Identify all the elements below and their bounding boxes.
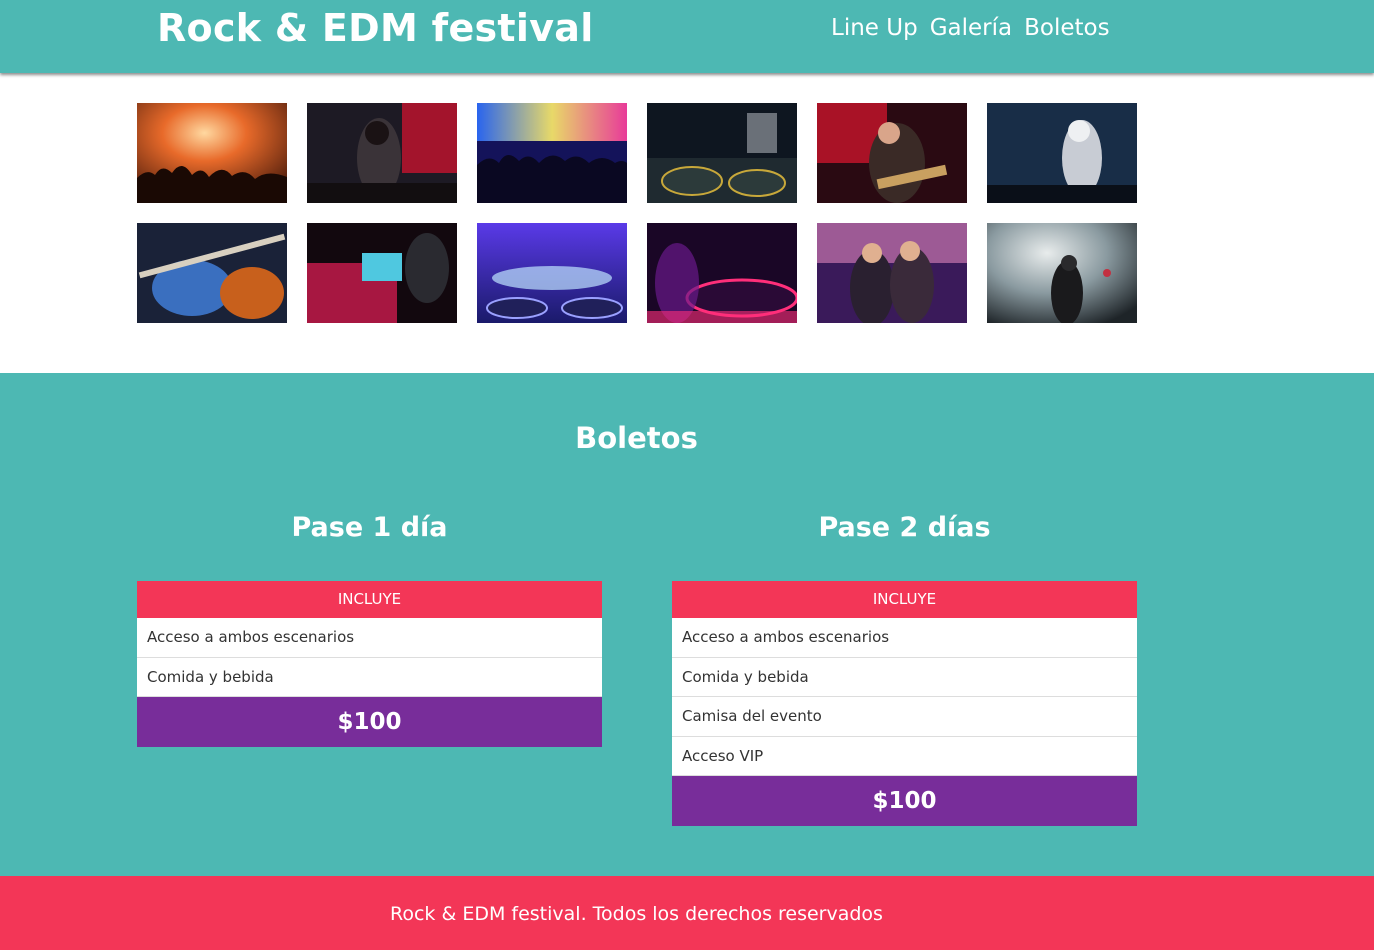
gallery-photo[interactable]	[647, 223, 797, 323]
plan-feature: Acceso a ambos escenarios	[672, 618, 1137, 658]
plan-table: INCLUYE Acceso a ambos escenarios Comida…	[672, 581, 1137, 826]
site-footer: Rock & EDM festival. Todos los derechos …	[0, 876, 1374, 950]
tickets-section: Boletos Pase 1 día INCLUYE Acceso a ambo…	[0, 373, 1374, 876]
plan-feature: Acceso a ambos escenarios	[137, 618, 602, 658]
tickets-title: Boletos	[575, 421, 698, 455]
concert-photo-image	[817, 103, 967, 203]
concert-photo-image	[307, 223, 457, 323]
gallery-photo[interactable]	[137, 223, 287, 323]
gallery-photo[interactable]	[987, 223, 1137, 323]
plan-price-button[interactable]: $100	[672, 776, 1137, 826]
ticket-plan-1-day: Pase 1 día	[137, 498, 602, 558]
photo-gallery	[137, 103, 1137, 323]
concert-photo-image	[987, 223, 1137, 323]
concert-photo-image	[647, 223, 797, 323]
nav-link-lineup[interactable]: Line Up	[831, 15, 918, 41]
gallery-photo[interactable]	[307, 223, 457, 323]
ticket-plan-2-days: Pase 2 días	[672, 498, 1137, 558]
concert-photo-image	[137, 103, 287, 203]
concert-photo-image	[477, 223, 627, 323]
concert-photo-image	[647, 103, 797, 203]
nav-link-boletos[interactable]: Boletos	[1024, 15, 1109, 41]
plan-feature: Comida y bebida	[672, 657, 1137, 697]
plan-includes-header: INCLUYE	[672, 581, 1137, 618]
gallery-photo[interactable]	[477, 223, 627, 323]
plan-feature: Comida y bebida	[137, 657, 602, 697]
nav-link-galeria[interactable]: Galería	[930, 15, 1012, 41]
main-nav: Line Up Galería Boletos	[831, 15, 1110, 41]
plan-name: Pase 2 días	[818, 512, 991, 543]
gallery-photo[interactable]	[647, 103, 797, 203]
plan-feature: Acceso VIP	[672, 736, 1137, 776]
plan-name: Pase 1 día	[291, 512, 448, 543]
plan-includes-header: INCLUYE	[137, 581, 602, 618]
concert-photo-image	[307, 103, 457, 203]
footer-copyright: Rock & EDM festival. Todos los derechos …	[390, 903, 883, 925]
concert-photo-image	[477, 103, 627, 203]
plan-feature: Camisa del evento	[672, 697, 1137, 737]
plan-price-button[interactable]: $100	[137, 697, 602, 747]
concert-photo-image	[817, 223, 967, 323]
site-title: Rock & EDM festival	[157, 6, 594, 50]
plan-table: INCLUYE Acceso a ambos escenarios Comida…	[137, 581, 602, 747]
site-header: Rock & EDM festival Line Up Galería Bole…	[0, 0, 1374, 73]
gallery-photo[interactable]	[477, 103, 627, 203]
gallery-photo[interactable]	[817, 223, 967, 323]
concert-photo-image	[987, 103, 1137, 203]
gallery-photo[interactable]	[817, 103, 967, 203]
gallery-photo[interactable]	[137, 103, 287, 203]
concert-photo-image	[137, 223, 287, 323]
gallery-photo[interactable]	[987, 103, 1137, 203]
gallery-photo[interactable]	[307, 103, 457, 203]
